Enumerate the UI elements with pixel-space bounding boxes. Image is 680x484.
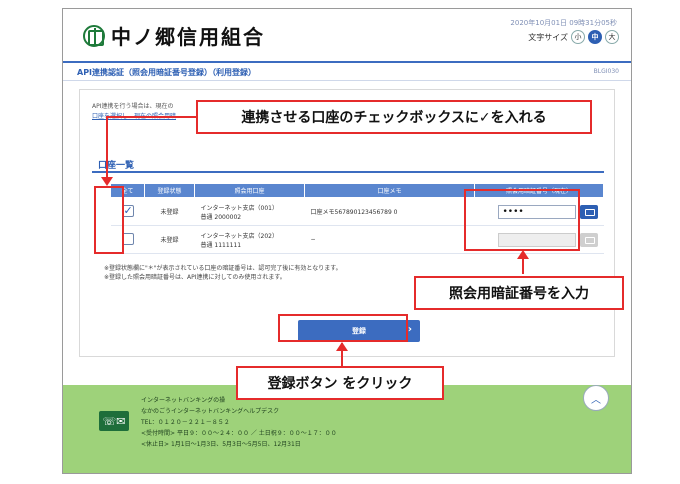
phone-mail-icon: ☏✉ [99, 411, 129, 431]
screen-id: BLGI030 [593, 68, 619, 75]
checkbox-callout-line [106, 116, 196, 118]
status-cell: 未登録 [144, 225, 195, 254]
arrow-up-icon [517, 250, 529, 259]
helpdesk-hours: <受付時間> 平日９：００～２４：００ ／ 土日祝９：００～１７：００ [141, 430, 337, 437]
note-line-2: ※登録した照会用暗証番号は、API連携に対してのみ使用されます。 [104, 274, 286, 281]
font-size-switcher: 文字サイズ 小 中 大 [528, 30, 619, 44]
login-datetime: 2020年10月01日 09時31分05秒 [510, 19, 617, 27]
helpdesk-tel: TEL：０１２０－２２１－８５２ [141, 419, 230, 426]
arrow-down-icon [101, 177, 113, 186]
notes: ※登録状態欄に"＊"が表示されている口座の暗証番号は、認可完了後に有効となります… [104, 264, 342, 282]
note-line-1: ※登録状態欄に"＊"が表示されている口座の暗証番号は、認可完了後に有効となります… [104, 265, 342, 272]
arrow-up-icon [336, 342, 348, 351]
branch-name: インターネット支店（001） [200, 204, 278, 212]
password-instruction-callout: 照会用暗証番号を入力 [414, 276, 624, 310]
branch-name: インターネット支店（202） [200, 232, 278, 240]
register-instruction-callout: 登録ボタン をクリック [236, 366, 444, 400]
register-button-highlight [278, 314, 408, 342]
page-title: API連携認証（照会用暗証番号登録）（利用登録） [77, 68, 257, 77]
section-divider [92, 171, 604, 173]
bank-logo[interactable]: 中ノ郷信用組合 [83, 21, 265, 50]
chevron-right-icon: › [407, 324, 412, 335]
header-account: 照会用口座 [194, 183, 305, 198]
memo-cell: 口座メモ567890123456789 0 [304, 197, 475, 226]
software-keyboard-icon[interactable] [579, 232, 598, 247]
font-size-medium-button[interactable]: 中 [588, 30, 602, 44]
font-size-small-button[interactable]: 小 [571, 30, 585, 44]
checkbox-instruction-callout: 連携させる口座のチェックボックスに✓を入れる [196, 100, 592, 134]
account-number: 普通 2000002 [200, 213, 242, 221]
bank-logo-icon [83, 24, 105, 47]
header-memo: 口座メモ [304, 183, 475, 198]
helpdesk-holidays: <休止日> 1月1日～1月3日、5月3日～5月5日、12月31日 [141, 441, 301, 448]
scroll-to-top-icon[interactable]: ︿ [583, 385, 609, 411]
password-highlight [464, 189, 580, 251]
account-number: 普通 1111111 [200, 241, 242, 249]
status-cell: 未登録 [144, 197, 195, 226]
font-size-large-button[interactable]: 大 [605, 30, 619, 44]
memo-cell: − [304, 225, 475, 254]
account-cell: インターネット支店（001） 普通 2000002 [194, 197, 305, 226]
header: 中ノ郷信用組合 2020年10月01日 09時31分05秒 文字サイズ 小 中 … [63, 9, 631, 61]
helpdesk-name: なかのごうインターネットバンキングヘルプデスク [141, 408, 280, 415]
software-keyboard-icon[interactable] [579, 204, 598, 219]
account-cell: インターネット支店（202） 普通 1111111 [194, 225, 305, 254]
checkbox-highlight [94, 186, 124, 254]
helpdesk-info: インターネットバンキングの操 なかのごうインターネットバンキングヘルプデスク T… [141, 395, 337, 450]
checkbox-callout-line [106, 116, 108, 180]
font-size-label: 文字サイズ [528, 32, 568, 42]
bank-name: 中ノ郷信用組合 [111, 25, 265, 49]
header-status: 登録状態 [144, 183, 195, 198]
account-list-title: 口座一覧 [98, 161, 135, 171]
page-title-bar: API連携認証（照会用暗証番号登録）（利用登録） BLGI030 [63, 61, 631, 81]
